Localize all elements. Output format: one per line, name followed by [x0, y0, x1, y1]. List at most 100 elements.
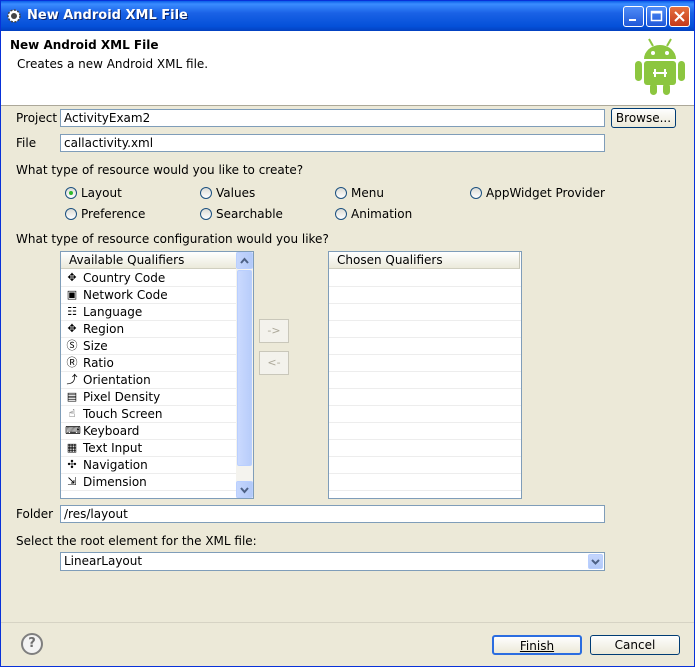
bottom-divider — [1, 622, 694, 623]
qualifier-label: Region — [83, 322, 125, 336]
available-qualifiers-list[interactable]: Available Qualifiers ✥ Country Code ▣ Netwo… — [60, 251, 254, 499]
folder-input[interactable]: /res/layout — [60, 505, 605, 523]
qualifier-label: Language — [83, 305, 143, 319]
finish-button[interactable]: Finish — [492, 635, 582, 655]
radio-values-label: Values — [216, 186, 256, 200]
qualifier-item-dimension[interactable]: ⇲ Dimension — [61, 474, 237, 491]
qualifier-item-country-code[interactable]: ✥ Country Code — [61, 270, 237, 287]
chosen-qualifier-empty-row — [329, 474, 521, 491]
language-icon: ☷ — [67, 305, 77, 318]
qualifier-label: Dimension — [83, 475, 147, 489]
minimize-icon — [629, 19, 636, 21]
qualifier-item-ratio[interactable]: Ⓡ Ratio — [61, 355, 237, 372]
radio-preference[interactable]: Preference — [65, 207, 145, 221]
network-code-icon: ▣ — [66, 288, 78, 301]
dropdown-button[interactable] — [588, 554, 603, 569]
maximize-button[interactable] — [646, 6, 667, 27]
chosen-qualifiers-header[interactable]: Chosen Qualifiers — [329, 252, 520, 269]
browse-button[interactable]: Browse... — [611, 108, 676, 128]
radio-values[interactable]: Values — [200, 186, 255, 200]
qualifier-item-touch-screen[interactable]: ☝ Touch Screen — [61, 406, 237, 423]
qualifier-item-pixel-density[interactable]: ▤ Pixel Density — [61, 389, 237, 406]
keyboard-icon: ⌨ — [65, 424, 81, 437]
scroll-down-icon — [240, 487, 249, 494]
chevron-down-icon — [591, 559, 600, 565]
scroll-up-button[interactable] — [236, 252, 253, 269]
radio-menu[interactable]: Menu — [335, 186, 384, 200]
window-title: New Android XML File — [27, 8, 188, 23]
orientation-icon: ⤴ — [66, 373, 78, 386]
file-label: File — [16, 136, 37, 150]
root-element-select[interactable]: LinearLayout — [60, 552, 605, 571]
qualifier-label: Orientation — [83, 373, 151, 387]
chosen-qualifier-empty-row — [329, 338, 521, 355]
chosen-qualifier-empty-row — [329, 355, 521, 372]
finish-label: Finish — [519, 639, 555, 653]
navigation-icon: ✣ — [67, 458, 77, 471]
radio-layout-label: Layout — [81, 186, 122, 200]
size-icon: Ⓢ — [66, 339, 78, 352]
qualifier-item-keyboard[interactable]: ⌨ Keyboard — [61, 423, 237, 440]
add-qualifier-button[interactable]: -> — [259, 319, 289, 343]
qualifier-item-network-code[interactable]: ▣ Network Code — [61, 287, 237, 304]
root-element-value: LinearLayout — [64, 554, 143, 568]
chosen-qualifier-empty-row — [329, 440, 521, 457]
qualifier-item-navigation[interactable]: ✣ Navigation — [61, 457, 237, 474]
minimize-button[interactable] — [623, 6, 644, 27]
file-input[interactable]: callactivity.xml — [60, 134, 605, 152]
qualifier-item-orientation[interactable]: ⤴ Orientation — [61, 372, 237, 389]
title-bar[interactable]: New Android XML File — [1, 1, 694, 31]
qualifier-label: Ratio — [83, 356, 114, 370]
qualifier-item-region[interactable]: ✥ Region — [61, 321, 237, 338]
remove-qualifier-button[interactable]: <- — [259, 351, 289, 375]
radio-unselected-icon — [470, 187, 482, 199]
radio-appwidget-provider[interactable]: AppWidget Provider — [470, 186, 605, 200]
chosen-qualifier-empty-row — [329, 270, 521, 287]
qualifier-label: Size — [83, 339, 108, 353]
help-icon[interactable]: ? — [21, 633, 43, 655]
country-code-icon: ✥ — [67, 271, 77, 284]
qualifier-label: Keyboard — [83, 424, 140, 438]
scroll-up-icon — [240, 257, 249, 264]
folder-label: Folder — [16, 507, 54, 521]
root-element-label: Select the root element for the XML file… — [16, 534, 257, 548]
dimension-icon: ⇲ — [67, 475, 77, 488]
android-logo-icon — [635, 38, 685, 95]
qualifier-label: Navigation — [83, 458, 148, 472]
qualifier-item-language[interactable]: ☷ Language — [61, 304, 237, 321]
pixel-density-icon: ▤ — [66, 390, 78, 403]
page-description: Creates a new Android XML file. — [17, 57, 209, 71]
ratio-icon: Ⓡ — [66, 356, 78, 369]
radio-unselected-icon — [335, 208, 347, 220]
chosen-qualifiers-list[interactable]: Chosen Qualifiers — [328, 251, 522, 499]
radio-appwidget-provider-label: AppWidget Provider — [486, 186, 605, 200]
cancel-button[interactable]: Cancel — [590, 635, 680, 655]
available-qualifiers-scrollbar[interactable] — [236, 252, 253, 498]
radio-searchable-label: Searchable — [216, 207, 283, 221]
radio-unselected-icon — [65, 208, 77, 220]
chosen-qualifier-empty-row — [329, 423, 521, 440]
chosen-qualifier-empty-row — [329, 372, 521, 389]
radio-unselected-icon — [335, 187, 347, 199]
scroll-down-button[interactable] — [236, 481, 253, 498]
touch-screen-icon: ☝ — [68, 407, 76, 420]
radio-unselected-icon — [200, 187, 212, 199]
new-android-xml-file-dialog: New Android XML File New Android XML Fil… — [0, 0, 695, 667]
resource-type-question: What type of resource would you like to … — [16, 163, 304, 177]
close-icon — [674, 11, 685, 22]
radio-animation[interactable]: Animation — [335, 207, 412, 221]
qualifier-item-size[interactable]: Ⓢ Size — [61, 338, 237, 355]
available-qualifiers-header[interactable]: Available Qualifiers — [61, 252, 237, 269]
scroll-thumb[interactable] — [237, 270, 252, 466]
radio-searchable[interactable]: Searchable — [200, 207, 283, 221]
project-input[interactable]: ActivityExam2 — [60, 109, 605, 127]
region-icon: ✥ — [67, 322, 77, 335]
qualifier-item-text-input[interactable]: ▦ Text Input — [61, 440, 237, 457]
wizard-header: New Android XML File Creates a new Andro… — [1, 31, 694, 106]
close-button[interactable] — [669, 6, 690, 27]
qualifier-label: Touch Screen — [83, 407, 163, 421]
qualifier-label: Network Code — [83, 288, 168, 302]
chosen-qualifier-empty-row — [329, 457, 521, 474]
configuration-question: What type of resource configuration woul… — [16, 232, 329, 246]
radio-layout[interactable]: Layout — [65, 186, 122, 200]
